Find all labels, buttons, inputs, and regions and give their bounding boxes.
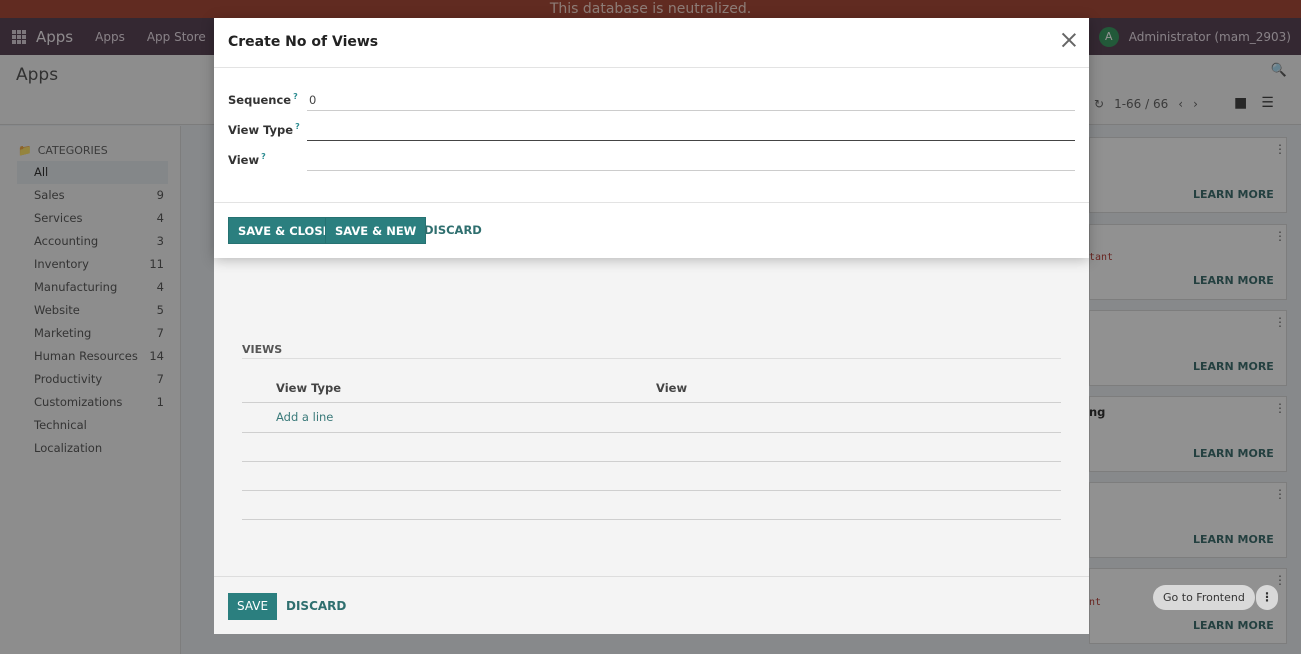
- kebab-icon[interactable]: ⋮: [1256, 585, 1278, 610]
- create-views-dialog: Create No of Views Sequence? 0 View Type…: [214, 18, 1089, 258]
- go-to-frontend-button[interactable]: Go to Frontend: [1153, 585, 1255, 610]
- view-label: View?: [228, 152, 266, 167]
- view-type-field[interactable]: [307, 118, 1075, 141]
- divider: [242, 358, 1061, 359]
- discard-button[interactable]: DISCARD: [286, 593, 346, 620]
- sequence-label: Sequence?: [228, 92, 298, 107]
- table-row-divider: [242, 519, 1061, 520]
- parent-dialog-footer: SAVE DISCARD: [214, 576, 1089, 634]
- save-new-button[interactable]: SAVE & NEW: [325, 217, 427, 244]
- dialog-title: Create No of Views: [228, 34, 379, 50]
- discard-button[interactable]: DISCARD: [424, 217, 482, 244]
- add-line-link[interactable]: Add a line: [276, 410, 333, 424]
- save-close-button[interactable]: SAVE & CLOSE: [228, 217, 341, 244]
- column-header-view[interactable]: View: [656, 381, 687, 395]
- view-type-row: View Type?: [228, 118, 1075, 142]
- views-section-label: VIEWS: [242, 343, 283, 356]
- view-type-label: View Type?: [228, 122, 300, 137]
- save-button[interactable]: SAVE: [228, 593, 278, 620]
- dialog-footer: SAVE & CLOSE SAVE & NEW DISCARD: [214, 202, 1089, 258]
- dialog-header: Create No of Views: [214, 18, 1089, 68]
- close-icon[interactable]: [1061, 32, 1077, 48]
- help-icon[interactable]: ?: [261, 152, 266, 161]
- help-icon[interactable]: ?: [295, 122, 300, 131]
- table-row-divider: [242, 490, 1061, 491]
- table-row-divider: [242, 432, 1061, 433]
- help-icon[interactable]: ?: [293, 92, 298, 101]
- view-row: View?: [228, 148, 1075, 172]
- table-row-divider: [242, 402, 1061, 403]
- sequence-row: Sequence? 0: [228, 88, 1075, 112]
- sequence-field[interactable]: 0: [307, 88, 1075, 111]
- view-field[interactable]: [307, 148, 1075, 171]
- column-header-view-type[interactable]: View Type: [276, 381, 341, 395]
- table-row-divider: [242, 461, 1061, 462]
